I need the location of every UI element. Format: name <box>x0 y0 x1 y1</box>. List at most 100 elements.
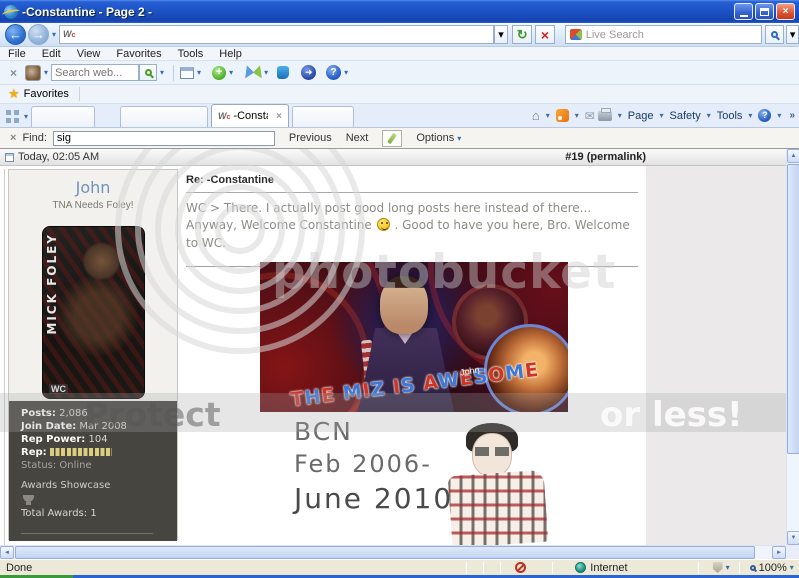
protected-mode-dropdown[interactable]: ▾ <box>726 563 730 572</box>
user-stats-block: Posts: 2,086 Join Date: Mar 2008 Rep Pow… <box>9 401 177 541</box>
search-button[interactable] <box>765 25 785 44</box>
tab-close-icon[interactable]: × <box>276 111 282 122</box>
toolbar-help-icon[interactable]: ? <box>326 65 341 80</box>
back-button[interactable]: ← <box>5 24 26 45</box>
highlight-button[interactable] <box>382 130 402 147</box>
globe-arrow-icon[interactable]: ➜ <box>301 65 316 80</box>
menu-view[interactable]: View <box>77 48 101 60</box>
stop-button[interactable]: × <box>535 25 555 44</box>
msn-dropdown[interactable]: ▾ <box>264 68 268 77</box>
tab-1[interactable] <box>31 106 95 127</box>
tools-dropdown[interactable]: ▾ <box>748 111 752 120</box>
find-options-button[interactable]: Options <box>416 132 454 144</box>
live-search-box[interactable]: Live Search <box>565 25 762 44</box>
scroll-down-icon[interactable]: ▼ <box>787 531 799 545</box>
user-avatar[interactable]: MICK FOLEY WC <box>42 226 145 399</box>
quick-tabs-icon[interactable] <box>6 110 19 123</box>
find-close-icon[interactable]: × <box>10 132 16 144</box>
page-dropdown[interactable]: ▾ <box>660 111 664 120</box>
toolbar-search-field[interactable] <box>51 64 139 81</box>
search-options-dropdown[interactable]: ▾ <box>786 25 799 44</box>
forward-button[interactable]: → <box>28 24 49 45</box>
minimize-button[interactable] <box>734 3 753 20</box>
rep-bar <box>50 448 112 456</box>
toolbar-search-button[interactable] <box>139 64 157 81</box>
signature-image-bcn[interactable]: BCN Feb 2006- June 2010 <box>262 415 570 545</box>
window-resize-icon[interactable] <box>180 67 194 79</box>
find-next-button[interactable]: Next <box>346 132 369 144</box>
home-dropdown[interactable]: ▾ <box>546 111 550 120</box>
toolbar-close-icon[interactable]: × <box>10 66 17 80</box>
help-dropdown[interactable]: ▾ <box>777 111 781 120</box>
menu-file[interactable]: File <box>8 48 26 60</box>
menu-edit[interactable]: Edit <box>42 48 61 60</box>
toolbar-help-dropdown[interactable]: ▾ <box>344 68 348 77</box>
tab-list-dropdown[interactable]: ▾ <box>24 112 28 121</box>
zoom-dropdown[interactable]: ▾ <box>790 563 794 572</box>
award-trophy-icon[interactable] <box>23 495 34 502</box>
toolbar-logo-icon[interactable] <box>25 65 41 81</box>
tab-constantine[interactable]: Wc -Constantin... × <box>211 104 289 127</box>
zoom-icon[interactable] <box>750 565 756 571</box>
refresh-button[interactable]: ↻ <box>512 25 532 44</box>
close-button[interactable]: × <box>776 3 795 20</box>
safety-dropdown[interactable]: ▾ <box>707 111 711 120</box>
nav-history-dropdown[interactable]: ▾ <box>52 30 56 39</box>
find-options-dropdown[interactable]: ▾ <box>457 134 461 143</box>
address-dropdown[interactable]: ▾ <box>494 25 509 44</box>
post-timestamp: Today, 02:05 AM <box>18 151 99 163</box>
window-resize-dropdown[interactable]: ▾ <box>197 68 201 77</box>
protected-mode-icon[interactable] <box>713 562 723 573</box>
post-body-cell: Re: -Constantine WC > There. I actually … <box>186 169 646 545</box>
status-separator <box>483 562 484 574</box>
toolbar-logo-dropdown[interactable]: ▾ <box>44 68 48 77</box>
toolbar-separator <box>173 65 174 81</box>
scroll-left-icon[interactable]: ◄ <box>0 546 14 559</box>
tab-bar: ▾ Wc -Constantin... × ⌂ ▾ ▾ ✉ ▾ Page ▾ S… <box>0 104 799 128</box>
add-dropdown[interactable]: ▾ <box>229 68 233 77</box>
menu-help[interactable]: Help <box>219 48 242 60</box>
permalink-link[interactable]: #19 (permalink) <box>565 151 646 163</box>
zoom-level[interactable]: 100% <box>759 562 787 574</box>
tab-2[interactable] <box>120 106 208 127</box>
maximize-button[interactable] <box>755 3 774 20</box>
scroll-right-icon[interactable]: ► <box>772 546 786 559</box>
vertical-scrollbar[interactable]: ▲ ▼ <box>786 149 799 545</box>
toolbar-search-input[interactable] <box>55 67 135 79</box>
home-icon[interactable]: ⌂ <box>532 108 540 123</box>
status-separator <box>739 562 740 574</box>
rss-feed-icon[interactable] <box>556 109 569 122</box>
add-button-icon[interactable]: + <box>212 66 226 80</box>
favorites-star-icon[interactable]: ★ <box>8 86 20 102</box>
help-icon[interactable]: ? <box>758 109 771 122</box>
menu-favorites[interactable]: Favorites <box>116 48 161 60</box>
menu-tools[interactable]: Tools <box>178 48 204 60</box>
horizontal-scrollbar[interactable]: ◄ ► <box>0 545 786 559</box>
favorites-label[interactable]: Favorites <box>24 88 69 100</box>
print-dropdown[interactable]: ▾ <box>618 111 622 120</box>
msn-butterfly-icon[interactable] <box>246 66 261 79</box>
address-input[interactable] <box>75 29 489 41</box>
find-input[interactable] <box>53 131 275 146</box>
page-menu[interactable]: Page <box>628 110 654 122</box>
address-field[interactable]: Wc <box>59 25 494 44</box>
ie-logo-icon <box>4 5 18 19</box>
title-divider <box>186 192 638 193</box>
toolbar-search-dropdown[interactable]: ▾ <box>160 68 164 77</box>
tab-4[interactable] <box>292 106 354 127</box>
print-icon[interactable] <box>598 111 612 121</box>
signature-image-miz[interactable]: THE MIZ IS AWESOME John <box>260 262 568 412</box>
more-commands-chevron[interactable]: » <box>789 110 795 121</box>
page-background-right <box>646 166 786 545</box>
tools-menu[interactable]: Tools <box>717 110 743 122</box>
read-mail-icon[interactable]: ✉ <box>585 109 595 123</box>
username-link[interactable]: John <box>9 178 177 197</box>
highlighter-icon <box>388 132 398 143</box>
messenger-icon[interactable] <box>277 66 289 79</box>
find-previous-button[interactable]: Previous <box>289 132 332 144</box>
vertical-scroll-thumb[interactable] <box>787 164 799 454</box>
scroll-up-icon[interactable]: ▲ <box>787 149 799 163</box>
safety-menu[interactable]: Safety <box>670 110 701 122</box>
rss-dropdown[interactable]: ▾ <box>575 111 579 120</box>
horizontal-scroll-thumb[interactable] <box>15 546 755 559</box>
